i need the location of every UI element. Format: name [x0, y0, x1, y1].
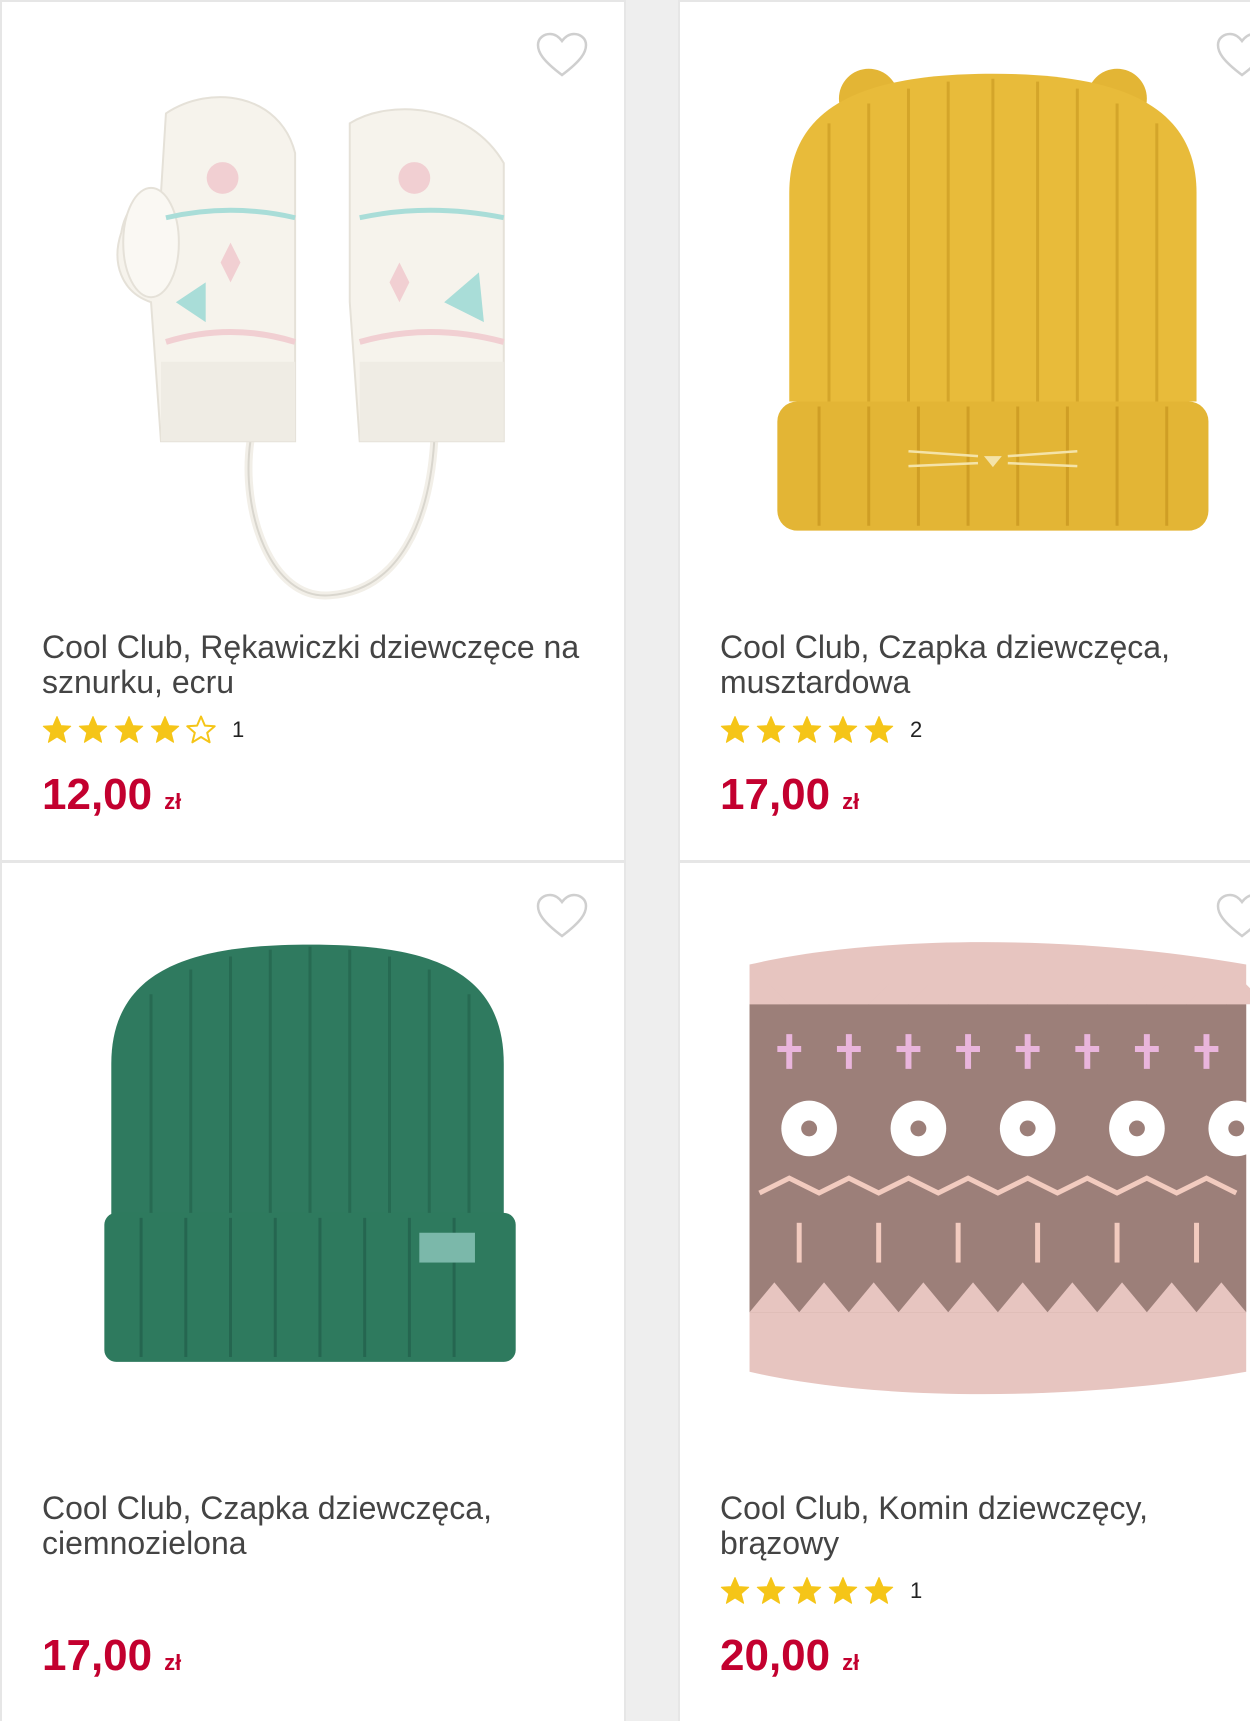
rating-count: 2 — [910, 717, 923, 742]
product-card[interactable]: Cool Club, Czapka dziewczęca, musztardow… — [678, 0, 1250, 862]
star-filled-icon — [792, 715, 822, 745]
product-title[interactable]: Cool Club, Rękawiczki dziewczęce na sznu… — [42, 630, 582, 700]
product-price: 20,00 zł — [720, 1631, 859, 1681]
snood-image[interactable] — [680, 903, 1250, 1483]
product-card[interactable]: Cool Club, Czapka dziewczęca, ciemnoziel… — [0, 861, 626, 1721]
price-currency: zł — [164, 1650, 182, 1675]
price-amount: 12,00 — [42, 770, 153, 819]
star-filled-icon — [78, 715, 108, 745]
star-filled-icon — [828, 715, 858, 745]
price-currency: zł — [164, 789, 182, 814]
star-filled-icon — [756, 1576, 786, 1606]
price-currency: zł — [842, 1650, 860, 1675]
star-filled-icon — [864, 1576, 894, 1606]
mustard-hat-image[interactable] — [680, 42, 1250, 622]
product-rating: 2 — [720, 713, 922, 747]
star-filled-icon — [864, 715, 894, 745]
star-filled-icon — [114, 715, 144, 745]
price-currency: zł — [842, 789, 860, 814]
star-filled-icon — [756, 715, 786, 745]
price-amount: 20,00 — [720, 1631, 831, 1680]
product-grid: Cool Club, Rękawiczki dziewczęce na sznu… — [0, 0, 1250, 1721]
star-filled-icon — [720, 1576, 750, 1606]
product-title[interactable]: Cool Club, Czapka dziewczęca, ciemnoziel… — [42, 1491, 582, 1561]
green-hat-image[interactable] — [2, 903, 624, 1483]
price-amount: 17,00 — [42, 1631, 153, 1680]
product-title[interactable]: Cool Club, Komin dziewczęcy, brązowy — [720, 1491, 1250, 1561]
product-price: 12,00 zł — [42, 770, 181, 820]
product-rating: 1 — [720, 1574, 922, 1608]
rating-count: 1 — [232, 717, 245, 742]
product-title[interactable]: Cool Club, Czapka dziewczęca, musztardow… — [720, 630, 1250, 700]
star-filled-icon — [720, 715, 750, 745]
product-price: 17,00 zł — [720, 770, 859, 820]
mittens-image[interactable] — [2, 42, 624, 622]
star-empty-icon — [186, 715, 216, 745]
product-card[interactable]: Cool Club, Komin dziewczęcy, brązowy 1 2… — [678, 861, 1250, 1721]
rating-count: 1 — [910, 1578, 923, 1603]
product-rating — [42, 1574, 52, 1608]
star-filled-icon — [42, 715, 72, 745]
star-filled-icon — [828, 1576, 858, 1606]
star-filled-icon — [792, 1576, 822, 1606]
product-card[interactable]: Cool Club, Rękawiczki dziewczęce na sznu… — [0, 0, 626, 862]
product-rating: 1 — [42, 713, 244, 747]
star-filled-icon — [150, 715, 180, 745]
product-price: 17,00 zł — [42, 1631, 181, 1681]
price-amount: 17,00 — [720, 770, 831, 819]
